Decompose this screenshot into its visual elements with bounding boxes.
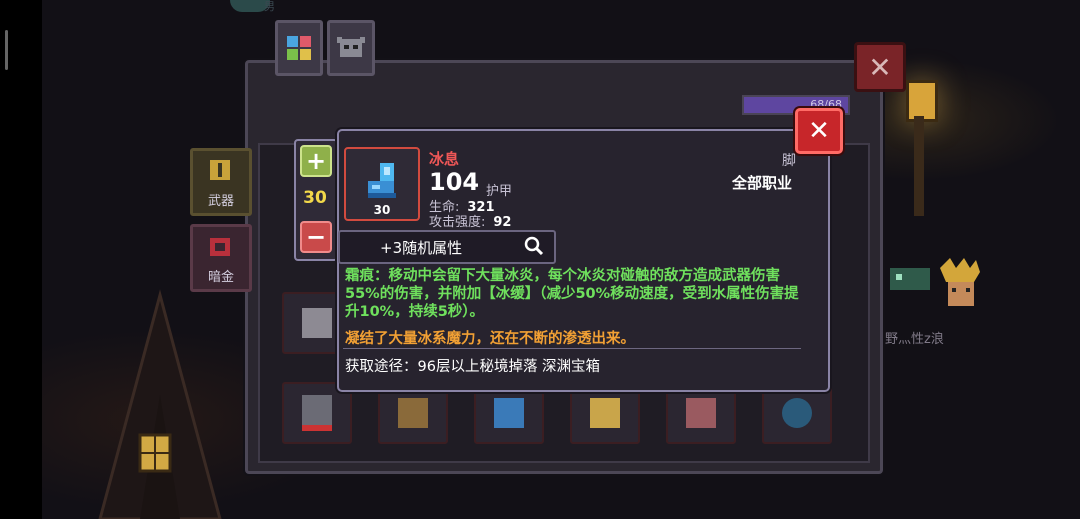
random-attribute-button[interactable]: +3随机属性 [338,230,556,264]
gauntlet-icon [302,395,332,431]
amulet-icon [782,398,812,428]
boot-icon [398,398,428,428]
item-description: 霜痕：移动中会留下大量冰炎，每个冰炎对碰触的敌方造成武器伤害55%的伤害，并附加… [345,268,799,320]
close-icon: ✕ [868,50,892,84]
close-icon: ✕ [808,116,830,146]
level-value: 30 [303,188,327,208]
item-source: 获取途径：96层以上秘境掉落 深渊宝箱 [345,359,601,375]
lantern-post [914,116,924,216]
tab-color-grid[interactable] [275,20,323,76]
stat-label: 攻击强度: [429,215,486,230]
panel-close-button[interactable]: ✕ [854,42,906,92]
stat-row: 攻击强度: 92 [429,211,511,230]
boot-icon [494,398,524,428]
level-minus-button[interactable]: − [300,221,332,253]
stat-value: 92 [493,215,512,230]
npc-character[interactable] [890,258,986,318]
side-button-dark-gold-label: 暗金 [207,270,234,285]
minus-icon: − [305,223,327,251]
side-button-dark-gold[interactable]: 暗金 [190,224,252,292]
item-level: 30 [373,203,391,217]
boot-icon [590,398,620,428]
helmet-icon [337,37,365,57]
hero-name-partial: 男 [264,0,275,13]
side-button-weapon[interactable]: 武器 [190,148,252,216]
chest-icon [210,238,230,256]
weapon-icon [210,160,230,180]
tab-helmet[interactable] [327,20,375,76]
item-class: 全部职业 [732,174,793,192]
item-slot: 脚 [782,153,796,169]
system-bar [5,30,8,70]
boot-icon [686,398,716,428]
side-button-weapon-label: 武器 [207,194,234,209]
level-plus-button[interactable]: + [300,145,332,177]
color-grid-icon [287,36,311,60]
random-attribute-label: +3随机属性 [380,239,463,257]
item-name: 冰息 [429,150,460,168]
magnifier-icon [524,236,544,256]
left-system-strip [0,0,42,519]
item-flavor-text: 凝结了大量冰系魔力，还在不断的渗透出来。 [345,331,635,347]
divider [343,348,801,349]
plus-icon: + [305,147,327,175]
tooltip-close-button[interactable]: ✕ [795,108,843,154]
item-icon: 30 [344,147,420,221]
armor-icon [302,308,332,338]
item-power: 104 [429,168,480,196]
boot-icon [368,163,396,198]
